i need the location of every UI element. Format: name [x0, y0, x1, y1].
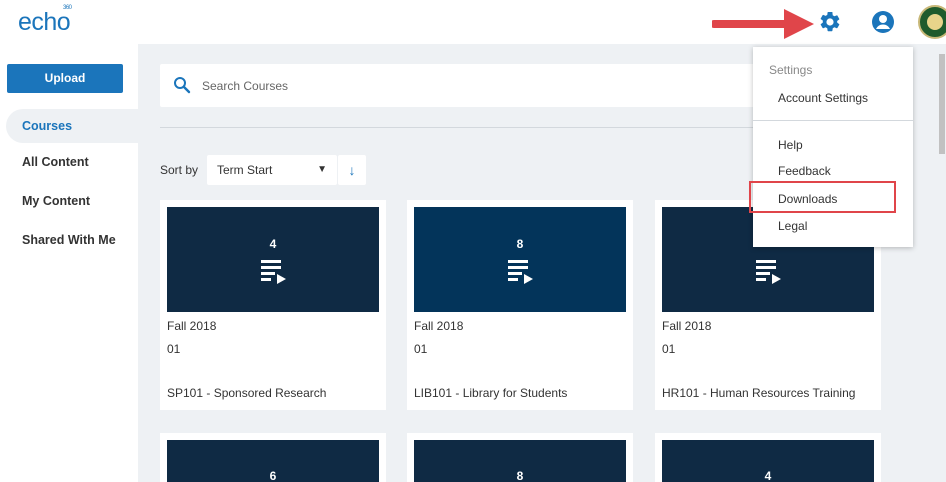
menu-divider — [753, 120, 913, 121]
media-count: 8 — [516, 237, 524, 251]
top-header: echo 360 — [0, 0, 946, 44]
menu-item-legal[interactable]: Legal — [778, 219, 807, 233]
search-bar — [160, 64, 760, 107]
course-term: Fall 2018 — [414, 319, 464, 333]
menu-item-account-settings[interactable]: Account Settings — [778, 91, 868, 105]
course-title[interactable]: HR101 - Human Resources Training — [662, 386, 855, 400]
course-section: 01 — [662, 342, 676, 356]
course-card[interactable]: 4 Fall 2018 01 SP101 - Sponsored Researc… — [160, 200, 386, 410]
media-count: 6 — [269, 469, 277, 482]
logo-text: echo — [18, 8, 71, 36]
menu-item-help[interactable]: Help — [778, 138, 803, 152]
course-card[interactable]: 4 — [655, 433, 881, 482]
downloads-highlight-annotation — [749, 181, 896, 213]
institution-logo[interactable] — [918, 5, 946, 39]
sort-label: Sort by — [160, 163, 199, 177]
divider — [160, 127, 760, 128]
scrollbar[interactable] — [936, 44, 946, 482]
sort-value: Term Start — [217, 163, 273, 177]
course-card[interactable]: 8 Fall 2018 01 LIB101 - Library for Stud… — [407, 200, 633, 410]
logo-superscript: 360 — [63, 5, 72, 11]
course-term: Fall 2018 — [662, 319, 712, 333]
dropdown-header: Settings — [769, 63, 813, 77]
user-account-icon[interactable] — [871, 10, 895, 34]
sort-select[interactable]: Term Start ▼ — [207, 155, 337, 185]
gear-icon[interactable] — [818, 10, 842, 34]
sidebar-item-all-content[interactable]: All Content — [0, 145, 138, 179]
course-section: 01 — [167, 342, 181, 356]
sidebar-item-courses[interactable]: Courses — [6, 109, 138, 143]
search-icon — [174, 77, 191, 94]
settings-dropdown-menu: Settings Account Settings Help Feedback … — [753, 47, 913, 247]
course-thumbnail[interactable]: 8 — [414, 440, 626, 482]
red-arrow-annotation — [712, 9, 814, 39]
course-section: 01 — [414, 342, 428, 356]
course-title[interactable]: LIB101 - Library for Students — [414, 386, 567, 400]
menu-item-feedback[interactable]: Feedback — [778, 164, 831, 178]
media-count: 4 — [764, 469, 772, 482]
course-thumbnail[interactable]: 8 — [414, 207, 626, 312]
sort-direction-button[interactable]: ↓ — [338, 155, 366, 185]
course-card[interactable]: 6 — [160, 433, 386, 482]
sidebar-item-shared-with-me[interactable]: Shared With Me — [0, 223, 138, 257]
playlist-icon — [508, 260, 533, 284]
course-thumbnail[interactable]: 4 — [662, 440, 874, 482]
media-count: 8 — [516, 469, 524, 482]
course-card[interactable]: 8 — [407, 433, 633, 482]
sidebar-item-my-content[interactable]: My Content — [0, 184, 138, 218]
logo-seal — [925, 12, 945, 32]
course-title[interactable]: SP101 - Sponsored Research — [167, 386, 326, 400]
playlist-icon — [261, 260, 286, 284]
course-term: Fall 2018 — [167, 319, 217, 333]
course-thumbnail[interactable]: 6 — [167, 440, 379, 482]
caret-down-icon: ▼ — [317, 164, 327, 175]
sidebar: Upload Courses All Content My Content Sh… — [0, 44, 138, 482]
upload-button[interactable]: Upload — [7, 64, 123, 93]
echo-logo[interactable]: echo 360 — [18, 5, 72, 37]
search-input[interactable] — [202, 76, 602, 96]
media-count: 4 — [269, 237, 277, 251]
course-thumbnail[interactable]: 4 — [167, 207, 379, 312]
scrollbar-thumb[interactable] — [939, 54, 945, 154]
playlist-icon — [756, 260, 781, 284]
